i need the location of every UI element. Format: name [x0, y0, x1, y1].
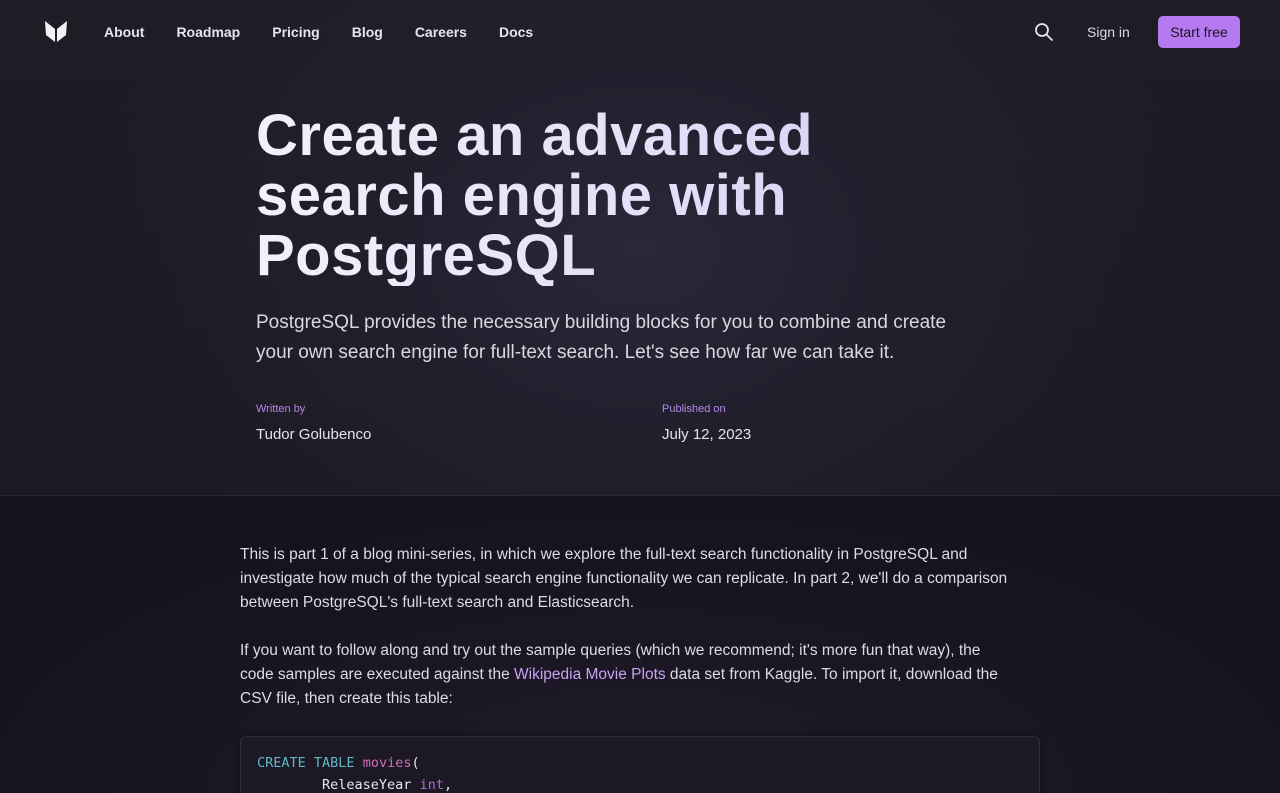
- nav-careers[interactable]: Careers: [415, 23, 467, 41]
- author-name: Tudor Golubenco: [256, 426, 372, 443]
- code-keyword-table: TABLE: [313, 755, 355, 771]
- nav-roadmap[interactable]: Roadmap: [176, 23, 240, 41]
- nav-blog[interactable]: Blog: [352, 23, 383, 41]
- para2-line-2-start: code samples are executed against the: [240, 666, 515, 683]
- wikipedia-movie-plots-link[interactable]: Wikipedia Movie Plots: [514, 666, 666, 683]
- code-column-name: ReleaseYear: [322, 777, 412, 793]
- subtitle-line-2: your own search engine for full-text sea…: [256, 342, 895, 363]
- para1-line-1: This is part 1 of a blog mini-series, in…: [240, 546, 968, 563]
- code-keyword-create: CREATE: [257, 755, 306, 771]
- para1-line-2: investigate how much of the typical sear…: [240, 570, 1008, 587]
- published-on-label: Published on: [662, 403, 726, 415]
- sign-in-link[interactable]: Sign in: [1087, 23, 1130, 41]
- code-line-1: CREATE TABLE movies(: [257, 752, 1023, 774]
- code-comma: ,: [443, 777, 453, 793]
- para1-line-3: between PostgreSQL's full-text search an…: [240, 594, 635, 611]
- butterfly-logo-icon[interactable]: [44, 20, 68, 44]
- start-free-button[interactable]: Start free: [1158, 16, 1240, 48]
- nav-about[interactable]: About: [104, 23, 144, 41]
- page-subtitle: PostgreSQL provides the necessary buildi…: [256, 308, 1016, 368]
- published-block: Published on July 12, 2023: [662, 402, 751, 445]
- subtitle-line-1: PostgreSQL provides the necessary buildi…: [256, 312, 947, 333]
- title-line-1: Create an advanced: [256, 103, 814, 168]
- para2-line-2-end: data set from Kaggle. To import it, down…: [665, 666, 998, 683]
- nav-links: About Roadmap Pricing Blog Careers Docs: [104, 23, 565, 41]
- nav-pricing[interactable]: Pricing: [272, 23, 319, 41]
- article-paragraph-2: If you want to follow along and try out …: [240, 639, 1040, 711]
- article-paragraph-1: This is part 1 of a blog mini-series, in…: [240, 543, 1040, 615]
- nav-docs[interactable]: Docs: [499, 23, 533, 41]
- title-line-3: PostgreSQL: [256, 223, 597, 288]
- code-block[interactable]: CREATE TABLE movies( ReleaseYear int,: [240, 736, 1040, 793]
- top-nav: About Roadmap Pricing Blog Careers Docs …: [0, 0, 1280, 64]
- search-icon[interactable]: [1034, 22, 1054, 42]
- code-table-name: movies: [362, 755, 412, 771]
- code-column-type: int: [419, 777, 444, 793]
- page: About Roadmap Pricing Blog Careers Docs …: [0, 0, 1280, 793]
- code-open-paren: (: [411, 755, 420, 771]
- para2-line-3: CSV file, then create this table:: [240, 690, 453, 707]
- page-title: Create an advanced search engine with Po…: [256, 106, 956, 286]
- author-block: Written by Tudor Golubenco: [256, 402, 371, 445]
- para2-line-1: If you want to follow along and try out …: [240, 642, 981, 659]
- written-by-label: Written by: [256, 403, 306, 415]
- publish-date: July 12, 2023: [662, 426, 752, 443]
- title-line-2: search engine with: [256, 163, 788, 228]
- code-line-2: ReleaseYear int,: [257, 774, 1023, 793]
